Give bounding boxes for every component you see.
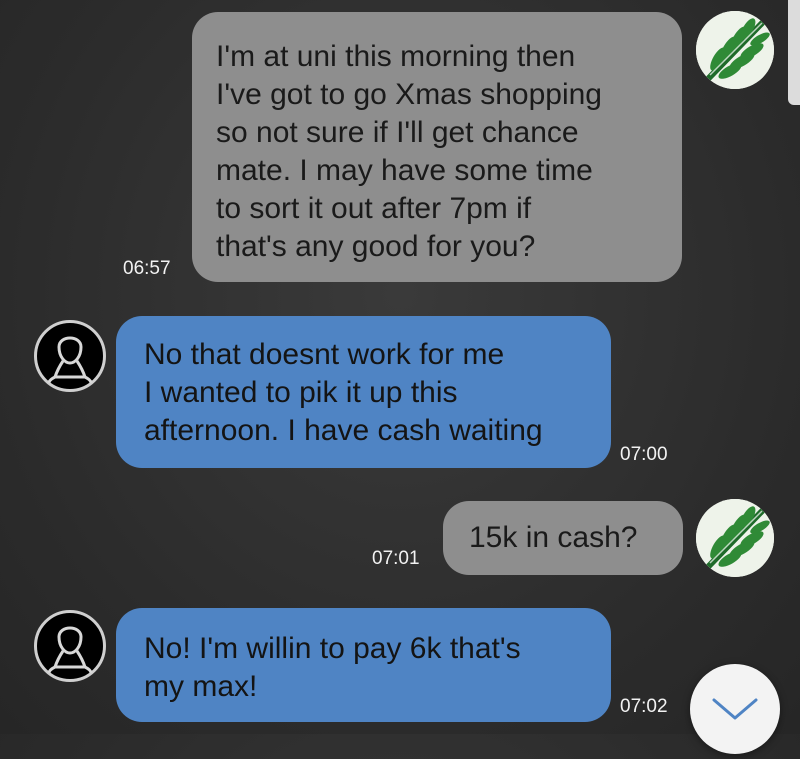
message-bubble-outgoing[interactable]: I'm at uni this morning then I've got to… bbox=[192, 12, 682, 282]
self-avatar-fern-icon[interactable] bbox=[696, 499, 774, 577]
scrollbar-thumb[interactable] bbox=[788, 0, 800, 105]
self-avatar-fern-icon[interactable] bbox=[696, 11, 774, 89]
message-timestamp: 07:01 bbox=[372, 548, 420, 569]
message-timestamp: 07:02 bbox=[620, 696, 668, 717]
message-bubble-incoming[interactable]: No that doesnt work for me I wanted to p… bbox=[116, 316, 611, 468]
chevron-down-icon bbox=[712, 698, 758, 720]
scroll-to-bottom-button[interactable] bbox=[690, 664, 780, 754]
message-timestamp: 06:57 bbox=[123, 258, 171, 279]
contact-avatar-icon[interactable] bbox=[34, 320, 106, 392]
message-bubble-incoming[interactable]: No! I'm willin to pay 6k that's my max! bbox=[116, 608, 611, 722]
contact-avatar-icon[interactable] bbox=[34, 610, 106, 682]
message-timestamp: 07:00 bbox=[620, 444, 668, 465]
message-bubble-outgoing[interactable]: 15k in cash? bbox=[443, 501, 683, 575]
